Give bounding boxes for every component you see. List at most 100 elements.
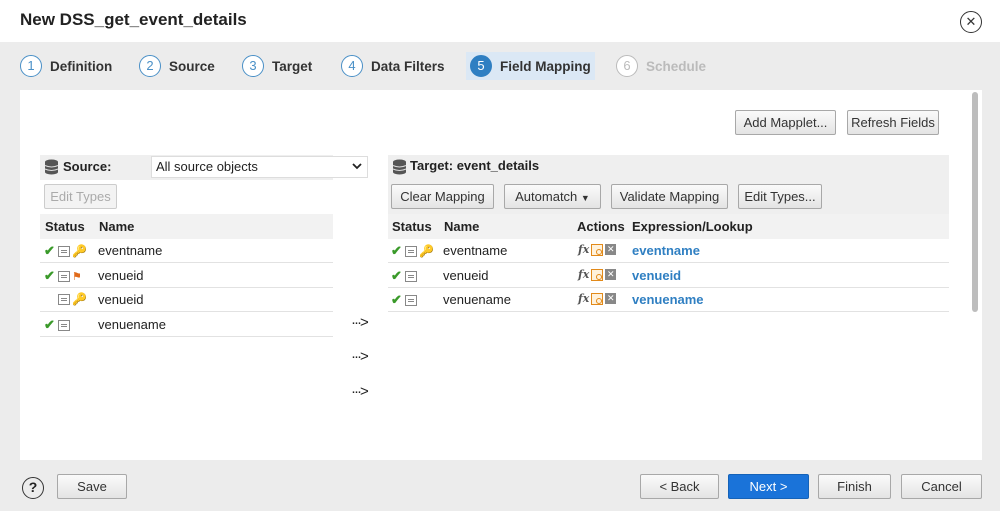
foreign-key-icon: ⚑ [72, 270, 82, 283]
key-icon: 🔑 [72, 244, 87, 258]
source-row-venueid[interactable]: ✔ ⚑ venueid [40, 264, 333, 288]
step-number: 1 [20, 55, 42, 77]
database-icon [392, 159, 407, 175]
map-arrow-icon[interactable]: ···> [351, 348, 369, 365]
target-row-venuename[interactable]: ✔ venuename fx ✕ venuename [388, 288, 949, 312]
key-icon: 🔑 [72, 292, 87, 306]
title-bar: New DSS_get_event_details ✕ [0, 0, 1000, 42]
caret-down-icon: ▼ [580, 193, 590, 203]
finish-button[interactable]: Finish [818, 474, 891, 499]
check-icon: ✔ [391, 243, 402, 258]
add-mapplet-button[interactable]: Add Mapplet... [735, 110, 836, 135]
field-icon [58, 245, 70, 257]
fx-icon[interactable]: fx [578, 268, 589, 281]
field-icon [58, 270, 70, 282]
expression-link[interactable]: venueid [632, 268, 681, 283]
automatch-label: Automatch [515, 189, 578, 204]
automatch-button[interactable]: Automatch ▼ [504, 184, 601, 209]
source-row-venuename[interactable]: ✔ venuename [40, 313, 333, 337]
clear-icon[interactable]: ✕ [605, 244, 617, 255]
step-label: Field Mapping [500, 58, 591, 74]
target-field-name: eventname [443, 243, 508, 258]
source-field-name: venueid [98, 292, 144, 307]
source-row-venueid-key[interactable]: 🔑 venueid [40, 288, 333, 312]
step-label: Source [169, 58, 215, 74]
vertical-scrollbar[interactable] [972, 92, 978, 312]
close-icon[interactable]: ✕ [960, 11, 982, 33]
target-field-name: venuename [443, 292, 511, 307]
step-label: Definition [50, 58, 113, 74]
source-status-header: Status [45, 219, 85, 234]
step-schedule: 6 Schedule [616, 52, 706, 80]
field-icon [405, 294, 417, 306]
step-target[interactable]: 3 Target [242, 52, 312, 80]
source-select-value: All source objects [156, 159, 258, 174]
source-field-name: venueid [98, 268, 144, 283]
expression-link[interactable]: venuename [632, 292, 704, 307]
target-row-eventname[interactable]: ✔ 🔑 eventname fx ✕ eventname [388, 239, 949, 263]
validate-mapping-button[interactable]: Validate Mapping [611, 184, 728, 209]
source-objects-select[interactable]: All source objects [151, 156, 368, 178]
step-number: 3 [242, 55, 264, 77]
check-icon: ✔ [44, 268, 55, 283]
next-button[interactable]: Next > [728, 474, 809, 499]
cancel-button[interactable]: Cancel [901, 474, 982, 499]
source-header: Source: All source objects [40, 155, 368, 180]
step-number: 4 [341, 55, 363, 77]
step-definition[interactable]: 1 Definition [20, 52, 112, 80]
source-edit-types-button[interactable]: Edit Types [44, 184, 117, 209]
check-icon: ✔ [391, 292, 402, 307]
field-icon [405, 245, 417, 257]
clear-icon[interactable]: ✕ [605, 293, 617, 304]
fx-icon[interactable]: fx [578, 292, 589, 305]
step-number: 2 [139, 55, 161, 77]
target-name-header: Name [444, 219, 480, 234]
dialog-title: New DSS_get_event_details [20, 10, 247, 29]
clear-icon[interactable]: ✕ [605, 269, 617, 280]
source-field-name: eventname [98, 243, 163, 258]
field-icon [58, 319, 70, 331]
fx-icon[interactable]: fx [578, 243, 589, 256]
check-icon: ✔ [44, 243, 55, 258]
target-edit-types-button[interactable]: Edit Types... [738, 184, 822, 209]
target-row-venueid[interactable]: ✔ venueid fx ✕ venueid [388, 264, 949, 288]
step-label: Target [272, 58, 313, 74]
map-arrow-icon[interactable]: ···> [351, 383, 369, 400]
step-number: 6 [616, 55, 638, 77]
key-icon: 🔑 [419, 244, 434, 258]
target-field-name: venueid [443, 268, 489, 283]
source-field-name: venuename [98, 317, 166, 332]
save-button[interactable]: Save [57, 474, 127, 499]
refresh-fields-button[interactable]: Refresh Fields [847, 110, 939, 135]
lookup-icon[interactable] [591, 292, 604, 305]
check-icon: ✔ [44, 317, 55, 332]
help-icon[interactable]: ? [22, 477, 44, 499]
step-number: 5 [470, 55, 492, 77]
step-label: Data Filters [371, 58, 445, 74]
field-icon [405, 270, 417, 282]
field-icon [58, 293, 70, 305]
step-data-filters[interactable]: 4 Data Filters [341, 52, 445, 80]
target-expression-header: Expression/Lookup [632, 219, 753, 234]
map-arrow-icon[interactable]: ···> [351, 314, 369, 331]
step-source[interactable]: 2 Source [139, 52, 215, 80]
target-actions-header: Actions [577, 219, 625, 234]
wizard-steps: 1 Definition 2 Source 3 Target 4 Data Fi… [0, 42, 1000, 90]
source-column-header: Status Name [40, 214, 333, 239]
step-label: Schedule [646, 58, 707, 74]
step-field-mapping[interactable]: 5 Field Mapping [466, 52, 595, 80]
chevron-down-icon [351, 157, 363, 184]
source-name-header: Name [99, 219, 135, 234]
source-row-eventname[interactable]: ✔ 🔑 eventname [40, 239, 333, 263]
database-icon [44, 159, 59, 175]
back-button[interactable]: < Back [640, 474, 719, 499]
lookup-icon[interactable] [591, 268, 604, 281]
clear-mapping-button[interactable]: Clear Mapping [391, 184, 494, 209]
lookup-icon[interactable] [591, 243, 604, 256]
target-status-header: Status [392, 219, 432, 234]
target-column-header: Status Name Actions Expression/Lookup [388, 214, 949, 239]
source-label: Source: [63, 159, 112, 174]
check-icon: ✔ [391, 268, 402, 283]
expression-link[interactable]: eventname [632, 243, 700, 258]
target-header: Target: event_details [388, 155, 949, 180]
